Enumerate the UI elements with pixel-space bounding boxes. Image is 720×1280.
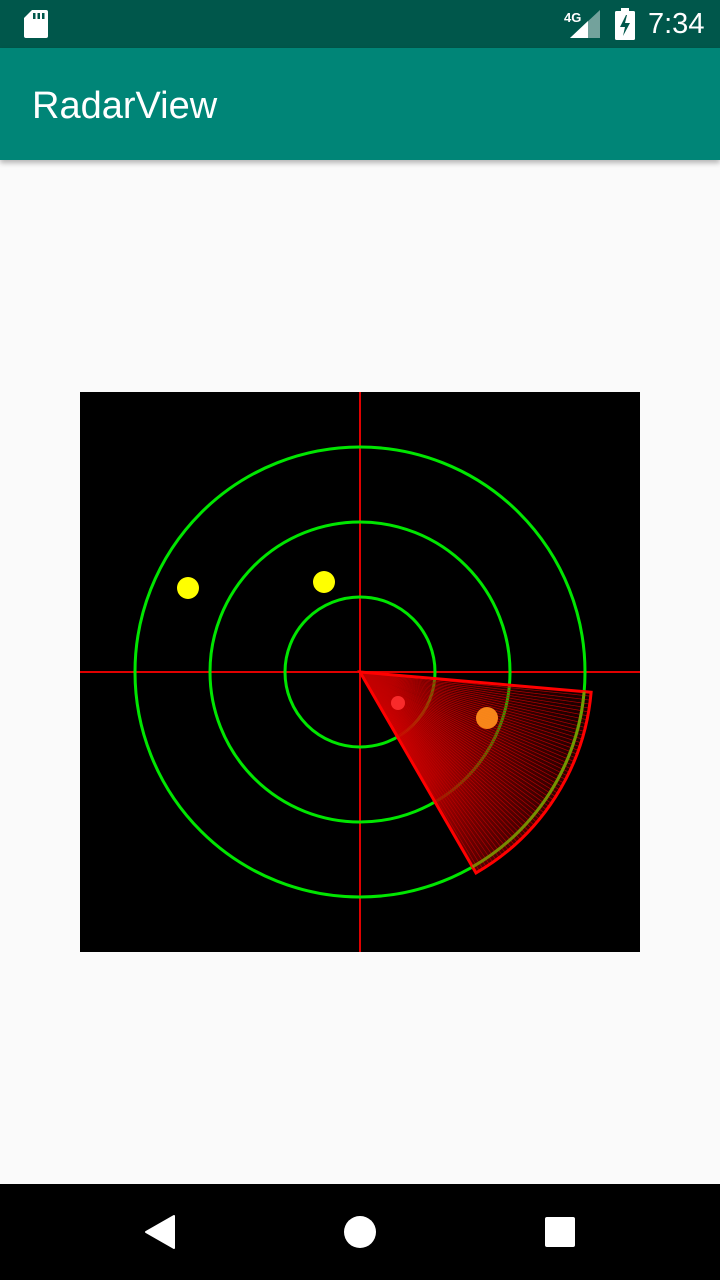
target-blip — [313, 571, 335, 593]
clock: 7:34 — [648, 8, 705, 40]
radar-view — [80, 392, 640, 952]
home-icon[interactable] — [336, 1208, 384, 1256]
status-bar: 4G 7:34 — [0, 0, 720, 48]
recents-icon[interactable] — [536, 1208, 584, 1256]
target-blip-detected — [476, 707, 498, 729]
navigation-bar — [0, 1184, 720, 1280]
back-icon[interactable] — [136, 1208, 184, 1256]
target-blip-detected — [391, 696, 405, 710]
sd-card-icon — [24, 10, 48, 38]
radar-canvas — [80, 392, 640, 952]
svg-text:4G: 4G — [564, 10, 581, 25]
app-bar: RadarView — [0, 48, 720, 160]
target-blip — [177, 577, 199, 599]
app-title: RadarView — [32, 85, 218, 127]
signal-4g-icon: 4G — [562, 8, 602, 40]
battery-charging-icon — [615, 8, 635, 40]
